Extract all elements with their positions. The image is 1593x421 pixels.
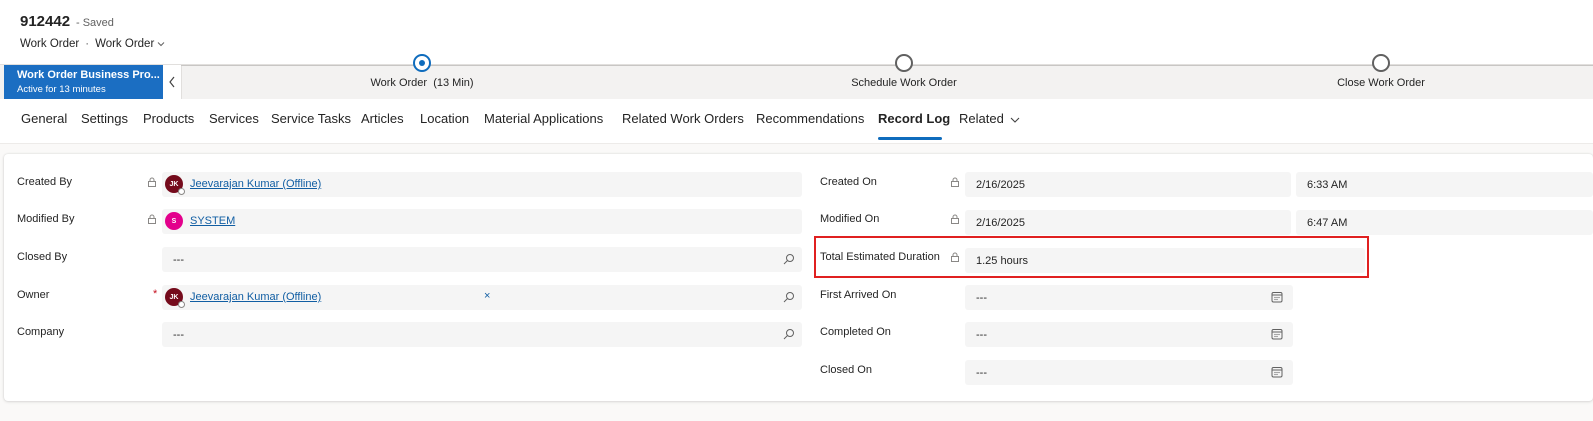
tab-related[interactable]: Related <box>959 111 1020 126</box>
company-field[interactable]: --- <box>162 322 802 347</box>
closed-by-label: Closed By <box>17 251 68 263</box>
bpf-flag[interactable]: Work Order Business Pro... Active for 13… <box>4 65 163 99</box>
bpf-collapse-button[interactable] <box>163 65 182 99</box>
breadcrumb: Work Order · Work Order <box>20 38 165 50</box>
company-label: Company <box>17 326 65 338</box>
tab-general[interactable]: General <box>21 111 67 126</box>
first-arrived-on-label: First Arrived On <box>820 289 897 301</box>
avatar: JK <box>165 175 185 195</box>
modified-on-time-field: 6:47 AM <box>1296 210 1593 235</box>
avatar-initials: S <box>171 217 177 225</box>
presence-badge <box>178 301 185 308</box>
created-by-label: Created By <box>17 176 73 188</box>
completed-on-label: Completed On <box>820 326 891 338</box>
record-header: 912442 - Saved Work Order · Work Order <box>0 0 1593 64</box>
lock-icon <box>148 177 156 187</box>
avatar-initials: JK <box>169 180 179 188</box>
stage-name: Close Work Order <box>1337 77 1425 89</box>
modified-by-field: S SYSTEM <box>162 209 802 234</box>
completed-on-field[interactable]: --- <box>965 322 1293 347</box>
tab-products[interactable]: Products <box>143 111 194 126</box>
presence-badge <box>178 188 185 195</box>
tab-services[interactable]: Services <box>209 111 259 126</box>
stage-name: Schedule Work Order <box>851 77 957 89</box>
lock-icon <box>951 177 959 187</box>
closed-by-field[interactable]: --- <box>162 247 802 272</box>
calendar-icon[interactable] <box>1271 328 1283 340</box>
separator-dot: · <box>85 38 90 50</box>
search-icon[interactable] <box>783 253 795 265</box>
required-indicator: * <box>153 288 158 300</box>
form-tabs: General Settings Products Services Servi… <box>0 99 1593 144</box>
remove-owner-button[interactable]: × <box>484 290 490 302</box>
tab-settings[interactable]: Settings <box>81 111 128 126</box>
search-icon[interactable] <box>783 328 795 340</box>
created-on-time: 6:33 AM <box>1307 179 1348 191</box>
modified-by-label: Modified By <box>17 213 75 225</box>
tab-articles[interactable]: Articles <box>361 111 404 126</box>
stage-label: Work Order (13 Min) <box>370 77 473 89</box>
created-by-field: JK Jeevarajan Kumar (Offline) <box>162 172 802 197</box>
save-status: - Saved <box>76 17 114 29</box>
tab-related-work-orders[interactable]: Related Work Orders <box>622 111 744 126</box>
calendar-icon[interactable] <box>1271 366 1283 378</box>
record-title: 912442 <box>20 13 71 30</box>
completed-on-value: --- <box>976 329 987 341</box>
avatar-initials: JK <box>169 293 179 301</box>
calendar-icon[interactable] <box>1271 291 1283 303</box>
owner-link[interactable]: Jeevarajan Kumar (Offline) <box>190 291 321 303</box>
tab-related-label: Related <box>959 111 1004 126</box>
tab-recommendations[interactable]: Recommendations <box>756 111 864 126</box>
active-tab-indicator <box>878 137 942 140</box>
owner-label: Owner <box>17 289 50 301</box>
modified-on-date: 2/16/2025 <box>976 217 1025 229</box>
created-by-link[interactable]: Jeevarajan Kumar (Offline) <box>190 178 321 190</box>
closed-on-value: --- <box>976 367 987 379</box>
created-on-date-field: 2/16/2025 <box>965 172 1291 197</box>
bpf-name: Work Order Business Pro... <box>17 69 160 81</box>
total-estimated-duration-label: Total Estimated Duration <box>820 251 940 263</box>
business-process-flow: Work Order Business Pro... Active for 13… <box>0 54 1593 100</box>
chevron-down-icon <box>157 42 165 47</box>
bpf-status: Active for 13 minutes <box>17 84 106 95</box>
created-on-label: Created On <box>820 176 877 188</box>
tab-location[interactable]: Location <box>420 111 469 126</box>
closed-on-field[interactable]: --- <box>965 360 1293 385</box>
lock-icon <box>951 252 959 262</box>
modified-on-time: 6:47 AM <box>1307 217 1348 229</box>
chevron-down-icon <box>1010 117 1020 123</box>
stage-name: Work Order <box>370 77 428 89</box>
closed-on-label: Closed On <box>820 364 872 376</box>
stage-pending-icon <box>1372 54 1390 72</box>
tab-record-log[interactable]: Record Log <box>878 111 950 126</box>
tab-service-tasks[interactable]: Service Tasks <box>271 111 351 126</box>
tab-material-applications[interactable]: Material Applications <box>484 111 603 126</box>
total-estimated-duration-value: 1.25 hours <box>976 255 1028 267</box>
stage-active-icon <box>413 54 431 72</box>
chevron-left-icon <box>169 76 175 88</box>
stage-duration: (13 Min) <box>433 77 474 89</box>
total-estimated-duration-field: 1.25 hours <box>965 248 1365 273</box>
modified-on-label: Modified On <box>820 213 880 225</box>
lock-icon <box>951 214 959 224</box>
first-arrived-on-field[interactable]: --- <box>965 285 1293 310</box>
lock-icon <box>148 214 156 224</box>
modified-by-link[interactable]: SYSTEM <box>190 215 235 227</box>
modified-on-date-field: 2/16/2025 <box>965 210 1291 235</box>
first-arrived-on-value: --- <box>976 292 987 304</box>
entity-name: Work Order <box>20 38 80 50</box>
created-on-time-field: 6:33 AM <box>1296 172 1593 197</box>
stage-pending-icon <box>895 54 913 72</box>
owner-field[interactable]: JK Jeevarajan Kumar (Offline) × <box>162 285 802 310</box>
search-icon[interactable] <box>783 291 795 303</box>
created-on-date: 2/16/2025 <box>976 179 1025 191</box>
form-selector[interactable]: Work Order <box>95 38 165 50</box>
avatar: JK <box>165 288 185 308</box>
company-value: --- <box>173 329 184 341</box>
closed-by-value: --- <box>173 254 184 266</box>
avatar: S <box>165 212 183 230</box>
form-name: Work Order <box>95 38 155 50</box>
